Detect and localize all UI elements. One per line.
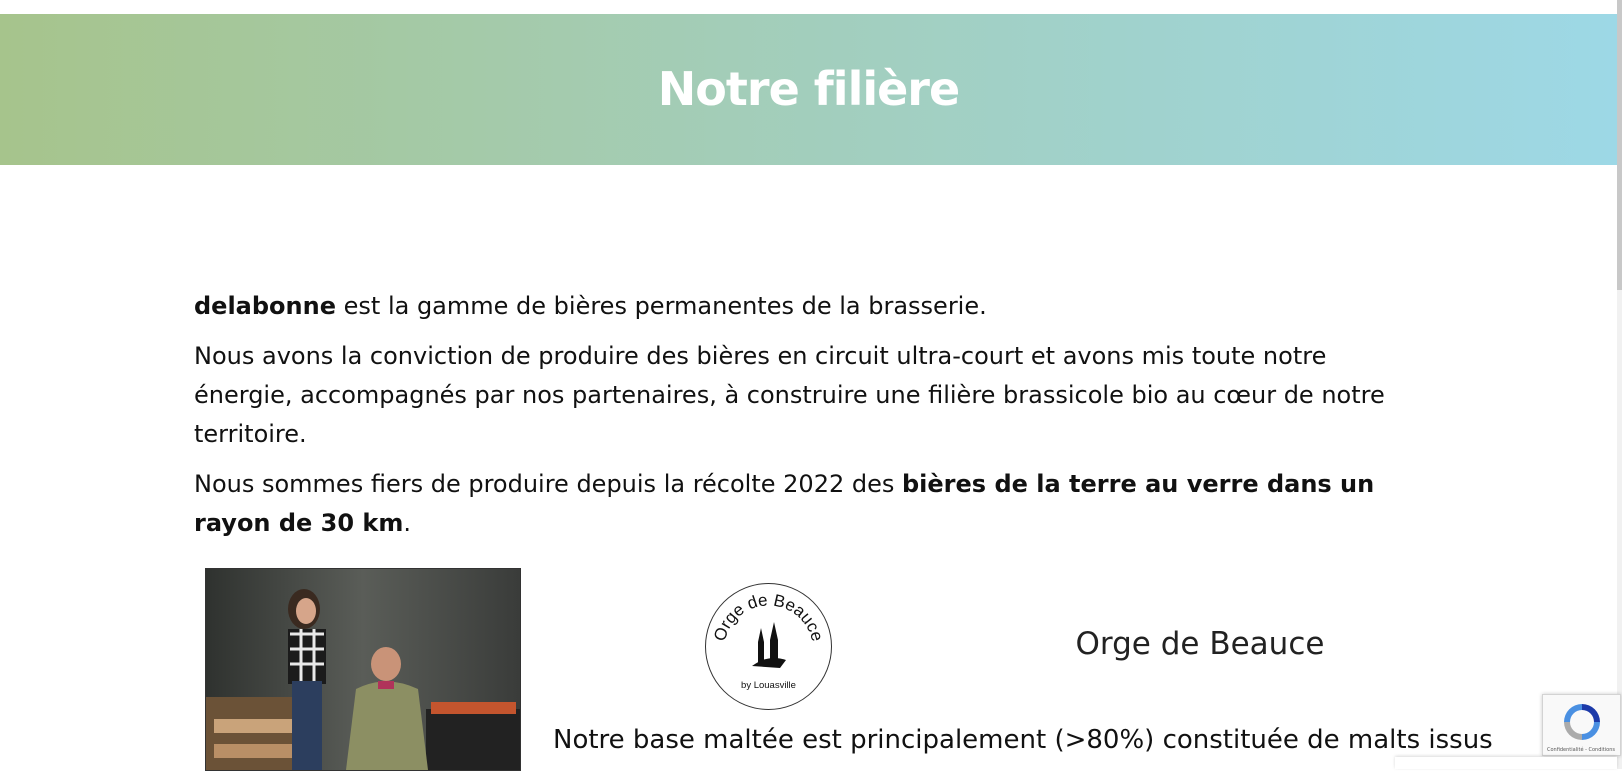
intro-text-3: Nous sommes fiers de produire depuis la … xyxy=(194,470,902,498)
orge-de-beauce-logo: Orge de Beauce by Louasville xyxy=(705,583,832,710)
top-bar xyxy=(0,0,1622,14)
intro-paragraph-1: delabonne est la gamme de bières permane… xyxy=(194,287,1419,326)
bottom-overlay-strip xyxy=(1395,757,1617,769)
scrollbar-thumb[interactable] xyxy=(1617,0,1622,290)
brand-name: delabonne xyxy=(194,292,336,320)
farmers-photo-image xyxy=(206,569,520,770)
orge-description: Notre base maltée est principalement (>8… xyxy=(553,725,1493,755)
intro-paragraph-2: Nous avons la conviction de produire des… xyxy=(194,342,1385,448)
hero-banner: Notre filière xyxy=(0,14,1617,165)
logo-subtext: by Louasville xyxy=(741,680,796,691)
svg-text:Orge de Beauce: Orge de Beauce xyxy=(710,590,827,643)
farmers-photo xyxy=(205,568,521,771)
scrollbar[interactable] xyxy=(1617,0,1622,769)
intro-text-3-end: . xyxy=(403,509,412,537)
orge-section-title: Orge de Beauce xyxy=(1075,626,1325,662)
intro-text-1: est la gamme de bières permanentes de la… xyxy=(336,292,987,320)
intro-section: delabonne est la gamme de bières permane… xyxy=(194,287,1419,554)
recaptcha-icon xyxy=(1564,704,1600,740)
page-title: Notre filière xyxy=(657,62,960,116)
intro-paragraph-3: Nous sommes fiers de produire depuis la … xyxy=(194,465,1419,543)
recaptcha-legal-links[interactable]: Confidentialité - Conditions xyxy=(1547,747,1615,753)
cathedral-icon: Orge de Beauce by Louasville xyxy=(710,590,827,691)
recaptcha-badge[interactable]: Confidentialité - Conditions xyxy=(1542,694,1621,756)
logo-arc-text: Orge de Beauce xyxy=(710,590,827,643)
